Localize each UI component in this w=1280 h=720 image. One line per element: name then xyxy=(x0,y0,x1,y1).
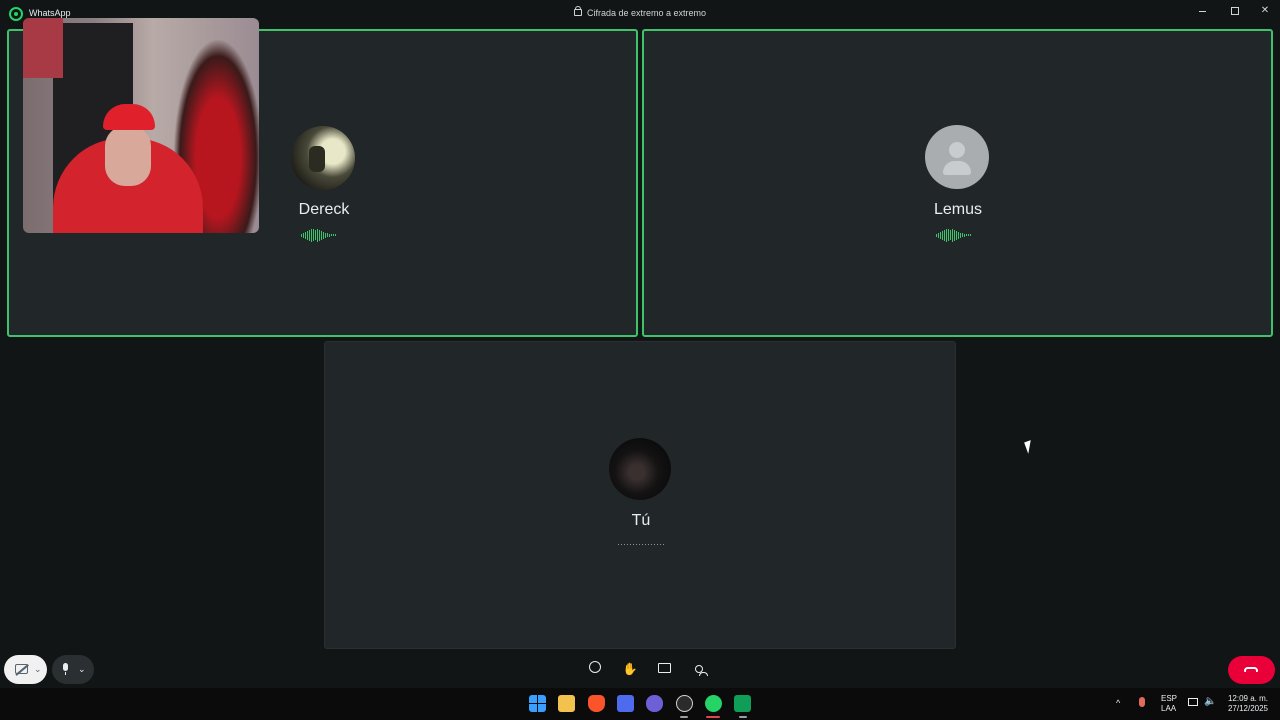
participants-icon xyxy=(695,665,708,676)
microsoft-store-icon[interactable] xyxy=(617,695,634,712)
mouse-cursor xyxy=(1024,440,1035,454)
language-indicator[interactable]: ESP LAA xyxy=(1161,694,1177,714)
participant-tile-lemus[interactable]: Lemus xyxy=(642,29,1273,337)
avatar xyxy=(291,126,355,190)
screen-share-icon xyxy=(657,663,671,673)
brave-browser-icon[interactable] xyxy=(588,695,605,712)
maximize-button[interactable] xyxy=(1228,5,1242,17)
microphone-toggle-button[interactable]: ⌄ xyxy=(52,655,94,684)
encryption-text: Cifrada de extremo a extremo xyxy=(586,8,707,18)
file-explorer-icon[interactable] xyxy=(558,695,575,712)
obs-icon[interactable] xyxy=(676,695,693,712)
clock[interactable]: 12:09 a. m. 27/12/2025 xyxy=(1222,694,1268,714)
participants-button[interactable] xyxy=(690,660,708,678)
google-sheets-icon[interactable] xyxy=(734,695,751,712)
screen-share-button[interactable] xyxy=(655,660,673,678)
participant-name: Tú xyxy=(631,512,651,529)
avatar xyxy=(609,438,671,500)
chevron-down-icon[interactable]: ⌄ xyxy=(34,664,42,675)
chevron-up-icon[interactable]: ^ xyxy=(1116,698,1120,708)
microphone-icon xyxy=(63,663,68,675)
windows-start-icon[interactable] xyxy=(529,695,546,712)
participant-name: Lemus xyxy=(933,201,983,218)
network-icon[interactable] xyxy=(1188,698,1198,706)
raise-hand-button[interactable]: ✋ xyxy=(621,660,639,678)
whatsapp-icon[interactable] xyxy=(705,695,722,712)
lock-icon xyxy=(573,6,582,16)
camera-toggle-button[interactable]: ⌄ xyxy=(4,655,47,684)
emoji-icon xyxy=(589,661,601,673)
participant-tile-self[interactable]: Tú xyxy=(324,341,956,649)
volume-icon[interactable]: 🔈 xyxy=(1204,696,1216,707)
minimize-button[interactable] xyxy=(1196,5,1210,17)
audio-idle-indicator xyxy=(618,544,664,545)
audio-wave-indicator xyxy=(936,228,971,242)
self-video-preview[interactable] xyxy=(23,18,259,233)
reaction-button[interactable] xyxy=(586,660,604,678)
end-call-button[interactable] xyxy=(1228,656,1275,684)
default-person-icon xyxy=(925,125,989,189)
end-call-icon xyxy=(1244,667,1258,672)
close-button[interactable]: ✕ xyxy=(1258,5,1272,17)
microphone-icon[interactable] xyxy=(1139,697,1145,707)
chevron-down-icon[interactable]: ⌄ xyxy=(78,664,86,675)
taskbar: ^ ESP LAA 🔈 12:09 a. m. 27/12/2025 xyxy=(0,688,1280,720)
game-controller-icon[interactable] xyxy=(646,695,663,712)
raise-hand-icon: ✋ xyxy=(622,662,638,676)
audio-wave-indicator xyxy=(301,228,336,242)
encryption-notice: Cifrada de extremo a extremo xyxy=(0,6,1280,18)
